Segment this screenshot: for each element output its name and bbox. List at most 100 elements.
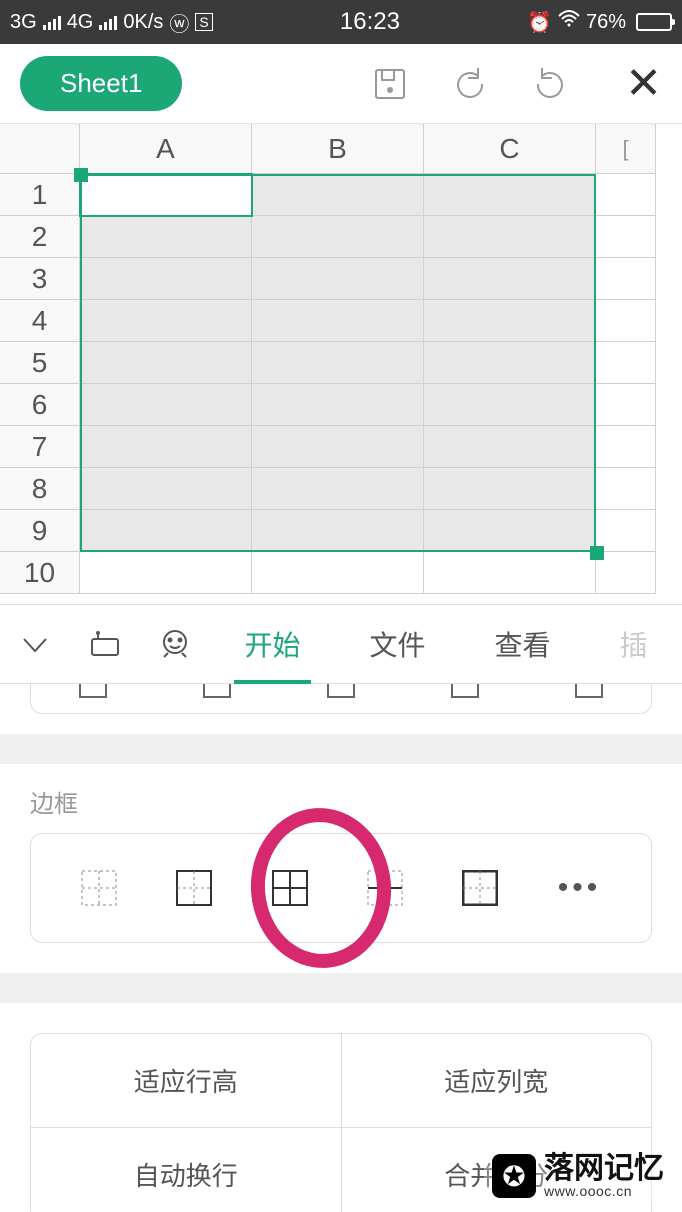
redo-icon[interactable] [525,59,575,109]
sheet-tab[interactable]: Sheet1 [20,56,182,111]
cell-A4[interactable] [80,300,252,342]
cell-D6[interactable] [596,384,656,426]
col-header-C[interactable]: C [424,124,596,174]
partial-opt-5[interactable] [575,684,603,698]
cell-B4[interactable] [252,300,424,342]
app-s-icon: S [195,13,212,31]
cell-C7[interactable] [424,426,596,468]
cell-B10[interactable] [252,552,424,594]
tab-file[interactable]: 文件 [359,604,435,684]
cell-D10[interactable] [596,552,656,594]
weibo-icon: ⓦ [169,8,189,37]
cell-C10[interactable] [424,552,596,594]
cell-A6[interactable] [80,384,252,426]
cell-C1[interactable] [424,174,596,216]
tab-insert-partial[interactable]: 插 [609,604,657,684]
row-header-7[interactable]: 7 [0,426,80,468]
cell-B1[interactable] [252,174,424,216]
row-header-9[interactable]: 9 [0,510,80,552]
cell-A9[interactable] [80,510,252,552]
row-header-2[interactable]: 2 [0,216,80,258]
cell-C8[interactable] [424,468,596,510]
col-header-A[interactable]: A [80,124,252,174]
cell-C2[interactable] [424,216,596,258]
cell-A7[interactable] [80,426,252,468]
border-inner-icon[interactable] [367,870,403,906]
cell-B9[interactable] [252,510,424,552]
keyboard-icon[interactable] [70,627,140,661]
spreadsheet[interactable]: A B C [ 1 2 3 4 5 6 7 8 9 10 [0,124,682,604]
borders-title: 边框 [30,784,652,819]
corner-cell[interactable] [0,124,80,174]
cell-D3[interactable] [596,258,656,300]
cell-B2[interactable] [252,216,424,258]
cell-A2[interactable] [80,216,252,258]
battery-pct: 76% [586,11,626,34]
cell-B7[interactable] [252,426,424,468]
app-toolbar: Sheet1 ✕ [0,44,682,124]
cell-B3[interactable] [252,258,424,300]
row-header-5[interactable]: 5 [0,342,80,384]
row-header-1[interactable]: 1 [0,174,80,216]
cell-C5[interactable] [424,342,596,384]
save-icon[interactable] [365,59,415,109]
cell-D4[interactable] [596,300,656,342]
row-header-3[interactable]: 3 [0,258,80,300]
cell-D5[interactable] [596,342,656,384]
watermark-url: www.oooc.cn [544,1184,664,1198]
signal-3g-icon [43,14,61,30]
cell-C4[interactable] [424,300,596,342]
alarm-icon: ⏰ [527,10,552,35]
col-header-D-partial[interactable]: [ [596,124,656,174]
row-header-4[interactable]: 4 [0,300,80,342]
border-none-icon[interactable] [81,870,117,906]
selection-handle-tl[interactable] [74,168,88,182]
border-thick-outer-icon[interactable] [462,870,498,906]
auto-wrap-button[interactable]: 自动换行 [31,1128,341,1212]
row-header-6[interactable]: 6 [0,384,80,426]
fit-row-height-button[interactable]: 适应行高 [31,1034,341,1127]
partial-opt-1[interactable] [79,684,107,698]
watermark: ✪ 落网记忆 www.oooc.cn [484,1150,672,1202]
clock: 16:23 [213,8,527,36]
partial-opt-3[interactable] [327,684,355,698]
status-bar: 3G 4G 0K/s ⓦ S 16:23 ⏰ 76% [0,0,682,44]
border-more-icon[interactable]: ••• [558,871,602,905]
undo-icon[interactable] [445,59,495,109]
selection-handle-br[interactable] [590,546,604,560]
cell-C6[interactable] [424,384,596,426]
cell-B6[interactable] [252,384,424,426]
close-icon[interactable]: ✕ [625,58,662,109]
cell-D7[interactable] [596,426,656,468]
net-4g-label: 4G [67,11,94,34]
cell-A5[interactable] [80,342,252,384]
bottom-tab-bar: 开始 文件 查看 插 [0,604,682,684]
cell-D1[interactable] [596,174,656,216]
partial-opt-4[interactable] [451,684,479,698]
cell-D2[interactable] [596,216,656,258]
cell-C3[interactable] [424,258,596,300]
partial-opt-2[interactable] [203,684,231,698]
cell-A1[interactable] [80,174,252,216]
cell-A3[interactable] [80,258,252,300]
net-3g-label: 3G [10,11,37,34]
tab-start[interactable]: 开始 [234,604,310,684]
net-speed: 0K/s [123,11,163,34]
border-all-icon[interactable] [272,870,308,906]
fit-col-width-button[interactable]: 适应列宽 [341,1034,652,1127]
cell-A8[interactable] [80,468,252,510]
tab-view[interactable]: 查看 [484,604,560,684]
cell-A10[interactable] [80,552,252,594]
cell-D9[interactable] [596,510,656,552]
cell-B8[interactable] [252,468,424,510]
collapse-icon[interactable] [0,627,70,661]
cell-D8[interactable] [596,468,656,510]
assistant-icon[interactable] [140,627,210,661]
border-outer-icon[interactable] [176,870,212,906]
col-header-B[interactable]: B [252,124,424,174]
wifi-icon [558,10,580,34]
cell-C9[interactable] [424,510,596,552]
row-header-10[interactable]: 10 [0,552,80,594]
row-header-8[interactable]: 8 [0,468,80,510]
cell-B5[interactable] [252,342,424,384]
